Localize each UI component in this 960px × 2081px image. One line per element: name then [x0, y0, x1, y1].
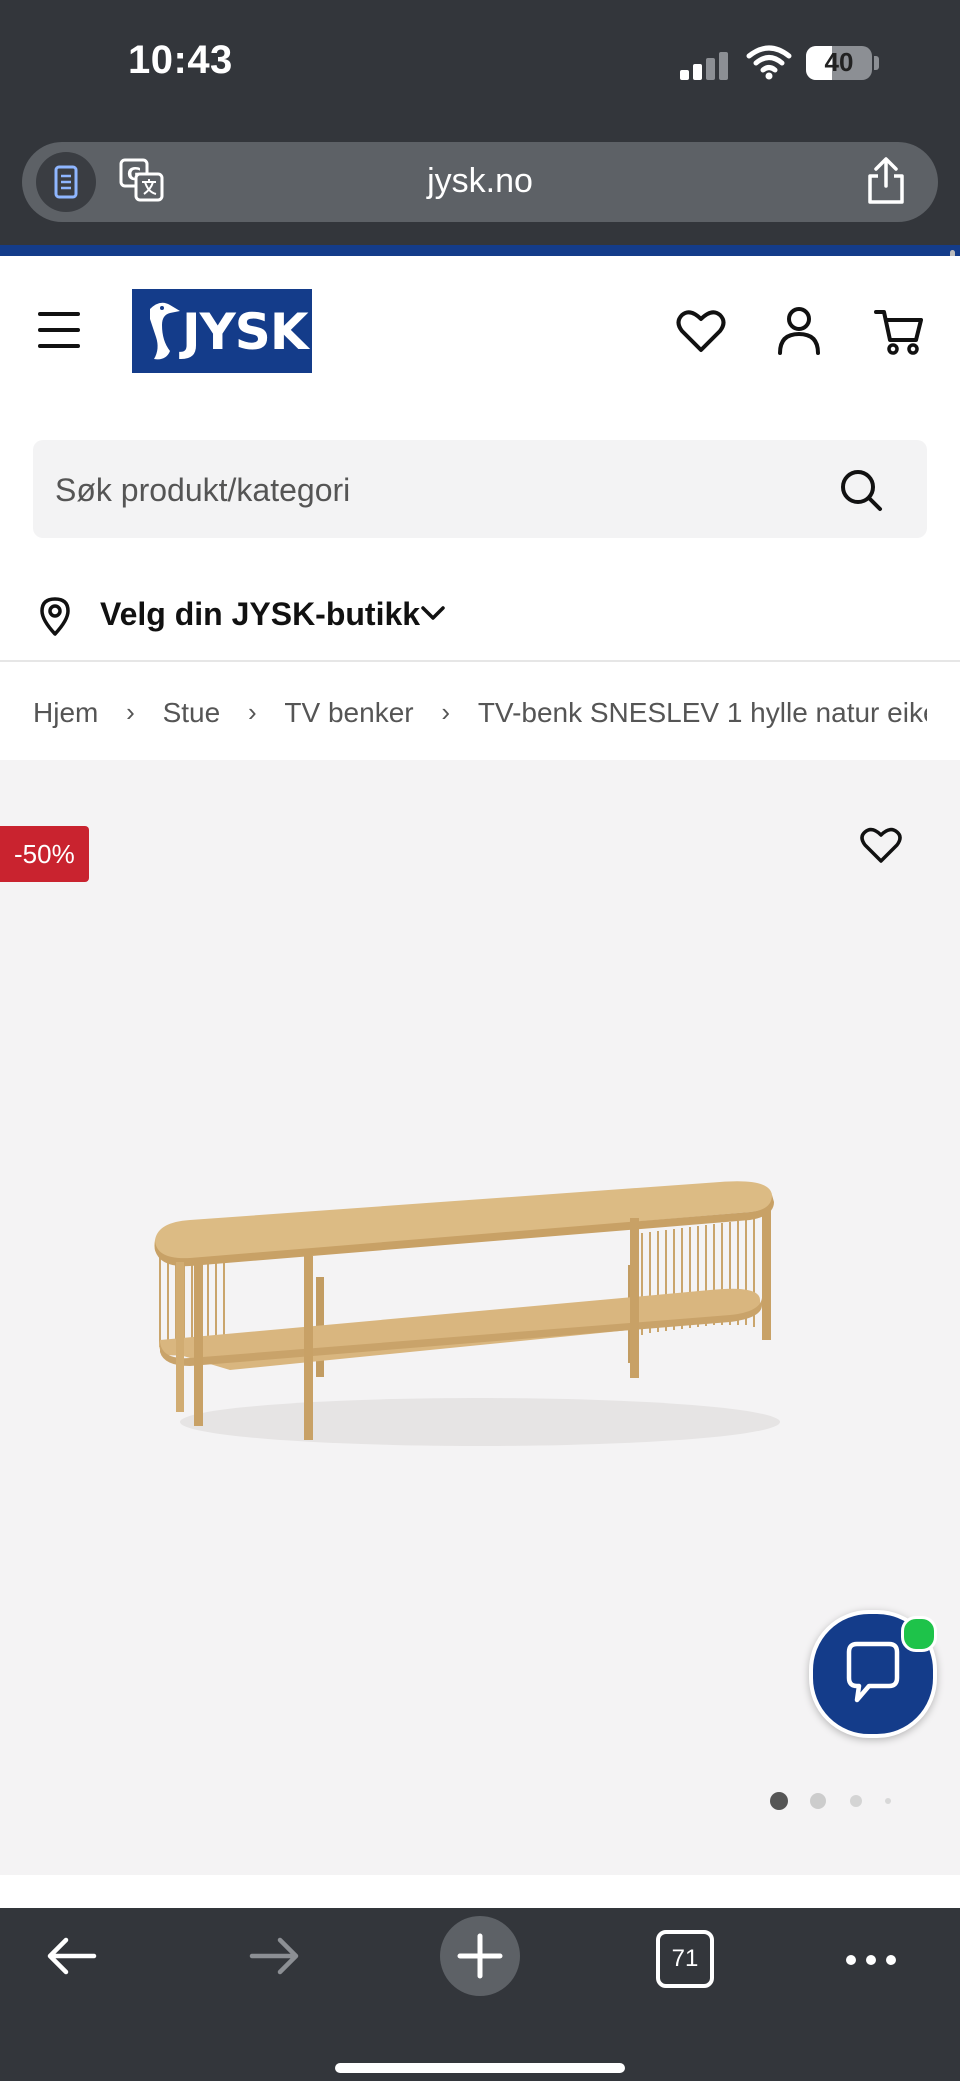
- wifi-icon: [746, 45, 792, 80]
- location-pin-icon: [40, 597, 70, 636]
- address-bar[interactable]: G jysk.no: [22, 142, 938, 222]
- product-image[interactable]: [150, 1160, 830, 1470]
- site-header: JYSK: [0, 256, 960, 406]
- battery-tip: [874, 56, 879, 70]
- logo-text: JYSK: [182, 303, 309, 361]
- discount-badge: -50%: [0, 826, 89, 882]
- hamburger-menu-icon[interactable]: [38, 312, 82, 348]
- account-icon[interactable]: [776, 306, 822, 356]
- home-indicator: [335, 2063, 625, 2073]
- bird-logo-icon: [150, 302, 180, 360]
- carousel-pagination[interactable]: [770, 1792, 910, 1812]
- clock: 10:43: [128, 38, 233, 82]
- browser-toolbar: 71: [0, 1908, 960, 2081]
- divider: [0, 660, 960, 662]
- breadcrumb: Hjem › Stue › TV benker › TV-benk SNESLE…: [33, 695, 927, 735]
- search-bar[interactable]: Søk produkt/kategori: [33, 440, 927, 538]
- plus-icon: [457, 1933, 503, 1979]
- page-top-accent: [0, 245, 960, 256]
- tabs-button[interactable]: 71: [656, 1930, 714, 1988]
- chevron-right-icon: ›: [126, 697, 135, 728]
- battery-percent: 40: [824, 47, 854, 77]
- chat-button[interactable]: [809, 1610, 937, 1738]
- share-icon[interactable]: [864, 156, 908, 206]
- favorite-heart-icon[interactable]: [860, 826, 902, 864]
- store-selector[interactable]: Velg din JYSK-butikk: [0, 570, 960, 660]
- breadcrumb-item-current: TV-benk SNESLEV 1 hylle natur eikefarge: [477, 696, 927, 728]
- carousel-dot-2[interactable]: [810, 1793, 826, 1809]
- jysk-logo[interactable]: JYSK: [132, 289, 312, 373]
- status-bar: 10:43 40: [0, 0, 960, 130]
- carousel-dot-4[interactable]: [885, 1798, 891, 1804]
- chevron-down-icon[interactable]: [420, 604, 446, 622]
- more-options-icon[interactable]: [846, 1952, 906, 1970]
- chevron-right-icon: ›: [441, 697, 451, 728]
- search-icon[interactable]: [839, 468, 883, 512]
- cellular-signal-icon: [680, 50, 730, 80]
- breadcrumb-item-stue[interactable]: Stue: [163, 697, 221, 729]
- new-tab-button[interactable]: [440, 1916, 520, 1996]
- breadcrumb-item-tv-benker[interactable]: TV benker: [284, 697, 413, 729]
- carousel-dot-1[interactable]: [770, 1792, 788, 1810]
- back-arrow-icon[interactable]: [44, 1936, 98, 1976]
- wishlist-heart-icon[interactable]: [676, 308, 726, 354]
- cart-icon[interactable]: [874, 308, 924, 356]
- url-text[interactable]: jysk.no: [22, 162, 938, 201]
- discount-badge-label: -50%: [14, 839, 75, 869]
- store-selector-label[interactable]: Velg din JYSK-butikk: [100, 596, 420, 633]
- product-gallery[interactable]: -50%: [0, 760, 960, 1875]
- search-input[interactable]: Søk produkt/kategori: [55, 472, 350, 509]
- breadcrumb-item-hjem[interactable]: Hjem: [33, 697, 98, 729]
- browser-bar: G jysk.no: [0, 130, 960, 245]
- forward-arrow-icon[interactable]: [248, 1936, 302, 1976]
- battery-icon: 40: [806, 46, 872, 80]
- carousel-dot-3[interactable]: [850, 1795, 862, 1807]
- chevron-right-icon: ›: [247, 697, 257, 728]
- online-status-dot: [901, 1616, 937, 1652]
